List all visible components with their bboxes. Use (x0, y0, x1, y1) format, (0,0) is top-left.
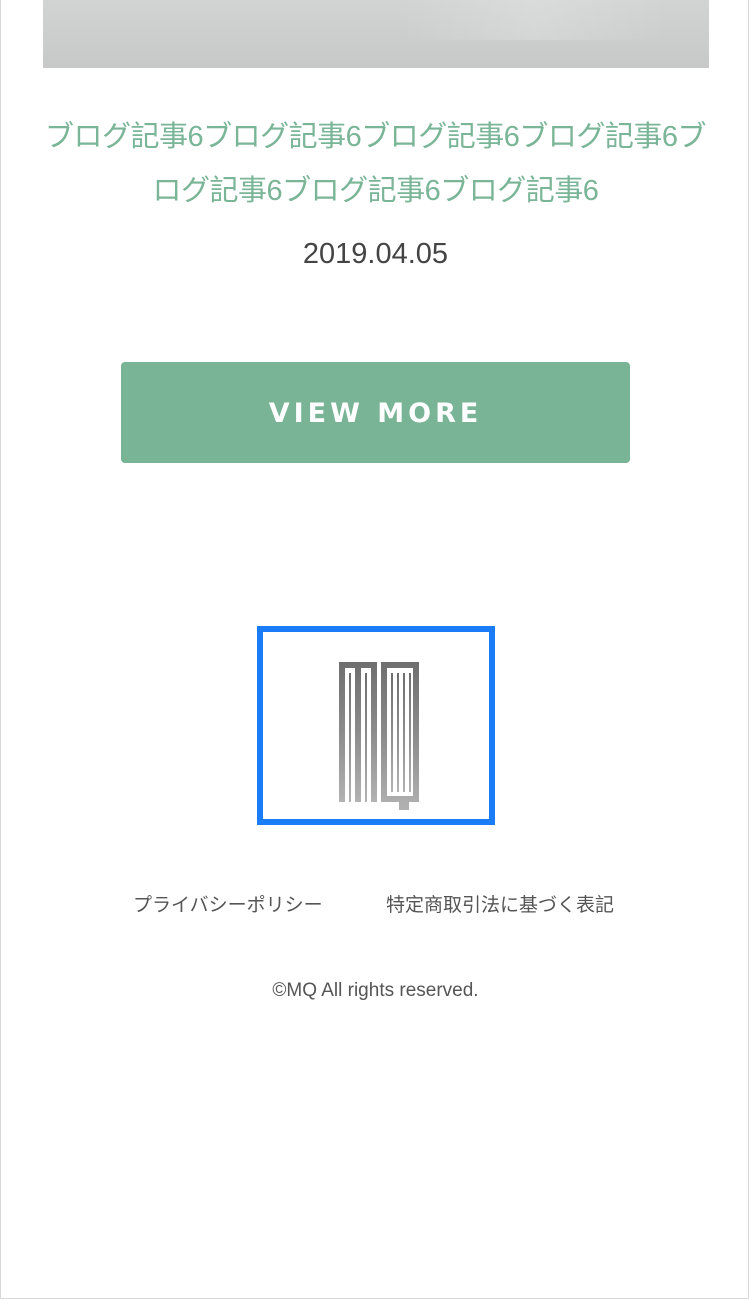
commercial-transactions-link[interactable]: 特定商取引法に基づく表記 (386, 890, 614, 922)
mq-logo-icon (339, 662, 419, 810)
view-more-button[interactable]: VIEW MORE (121, 362, 630, 463)
page-frame: ブログ記事6ブログ記事6ブログ記事6ブログ記事6ブログ記事6ブログ記事6ブログ記… (0, 0, 749, 1299)
privacy-policy-link[interactable]: プライバシーポリシー (133, 890, 323, 922)
post-title[interactable]: ブログ記事6ブログ記事6ブログ記事6ブログ記事6ブログ記事6ブログ記事6ブログ記… (41, 110, 710, 218)
post-thumbnail-image[interactable] (43, 0, 709, 68)
copyright-text: ©MQ All rights reserved. (272, 980, 479, 1001)
footer-logo[interactable] (257, 626, 495, 825)
post-date: 2019.04.05 (302, 238, 449, 270)
